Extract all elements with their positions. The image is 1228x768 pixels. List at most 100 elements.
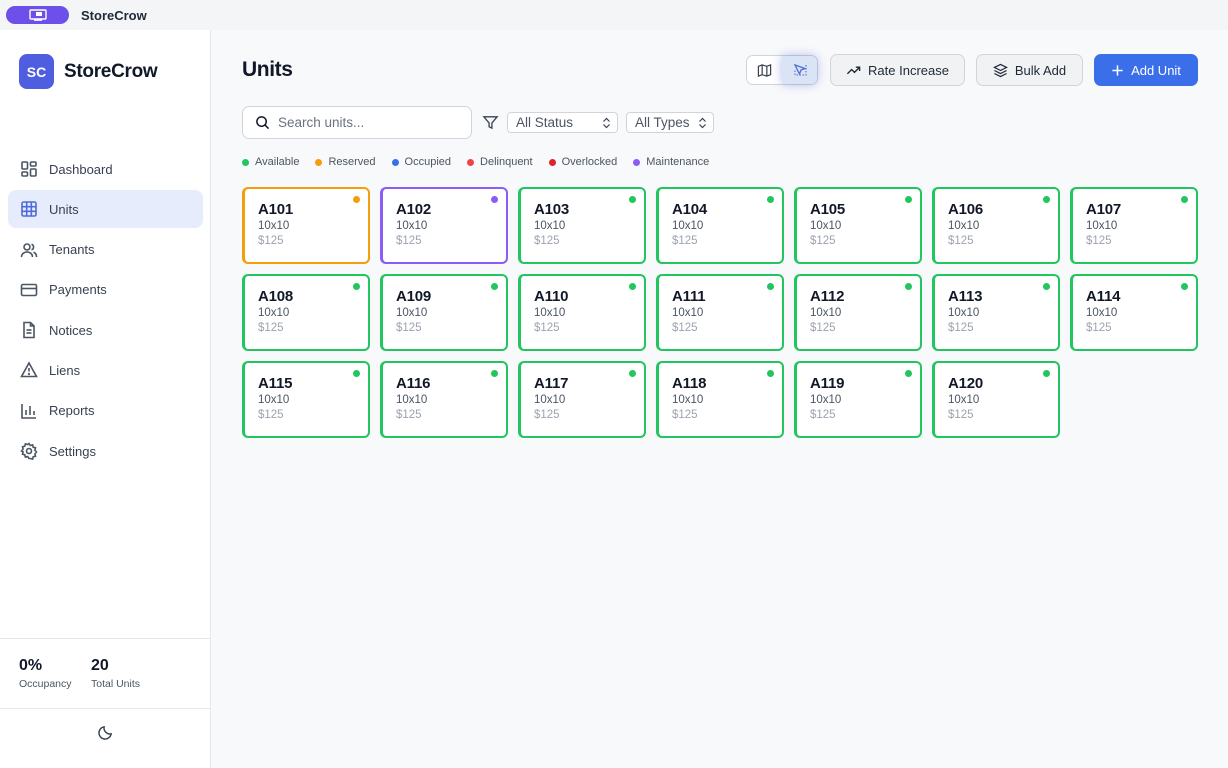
sidebar-item-label: Notices: [49, 322, 93, 338]
unit-card[interactable]: A111 10x10 $125: [656, 274, 784, 351]
unit-price: $125: [396, 409, 422, 421]
legend-item: Reserved: [315, 156, 376, 168]
unit-status-dot: [491, 196, 498, 203]
unit-card[interactable]: A107 10x10 $125: [1070, 187, 1198, 264]
unit-card[interactable]: A108 10x10 $125: [242, 274, 370, 351]
unit-name: A111: [672, 288, 706, 305]
unit-card[interactable]: A117 10x10 $125: [518, 361, 646, 438]
dark-mode-toggle[interactable]: [95, 722, 115, 742]
unit-size: 10x10: [672, 220, 704, 232]
window-icon: [28, 9, 47, 21]
unit-price: $125: [258, 322, 284, 334]
sidebar-item-units[interactable]: Units: [8, 190, 203, 229]
unit-status-dot: [491, 370, 498, 377]
add-unit-button[interactable]: Add Unit: [1094, 54, 1198, 86]
unit-price: $125: [1086, 235, 1112, 247]
sidebar-item-label: Dashboard: [49, 161, 113, 177]
legend-label: Maintenance: [646, 156, 710, 168]
unit-size: 10x10: [258, 307, 290, 319]
unit-card[interactable]: A116 10x10 $125: [380, 361, 508, 438]
unit-status-dot: [629, 196, 636, 203]
unit-card[interactable]: A103 10x10 $125: [518, 187, 646, 264]
sidebar-item-payments[interactable]: Payments: [8, 271, 203, 309]
legend-dot: [391, 158, 399, 166]
sidebar-item-tenants[interactable]: Tenants: [8, 231, 203, 269]
unit-status-dot: [767, 370, 774, 377]
unit-name: A115: [258, 375, 293, 392]
dashboard-icon: [20, 160, 38, 178]
unit-card[interactable]: A115 10x10 $125: [242, 361, 370, 438]
unit-card[interactable]: A118 10x10 $125: [656, 361, 784, 438]
legend-label: Overlocked: [561, 156, 618, 168]
bulk-add-button[interactable]: Bulk Add: [976, 54, 1083, 86]
unit-price: $125: [258, 409, 284, 421]
search-box: [242, 106, 472, 139]
unit-name: A107: [1086, 201, 1122, 218]
moon-icon: [97, 725, 112, 740]
sidebar-item-liens[interactable]: Liens: [8, 351, 203, 389]
total-units-stat: 20 Total Units: [91, 657, 140, 690]
unit-price: $125: [534, 322, 560, 334]
sidebar-item-dashboard[interactable]: Dashboard: [8, 150, 203, 188]
unit-status-dot: [905, 370, 912, 377]
select-view-button[interactable]: [782, 56, 817, 84]
sidebar-item-notices[interactable]: Notices: [8, 311, 203, 349]
legend-dot: [315, 158, 323, 166]
status-filter-value: All Status: [516, 115, 574, 130]
cursor-icon: [793, 63, 807, 76]
unit-card[interactable]: A110 10x10 $125: [518, 274, 646, 351]
unit-price: $125: [810, 235, 836, 247]
unit-size: 10x10: [672, 394, 704, 406]
unit-card[interactable]: A113 10x10 $125: [932, 274, 1060, 351]
unit-card[interactable]: A109 10x10 $125: [380, 274, 508, 351]
sidebar-item-reports[interactable]: Reports: [8, 392, 203, 430]
unit-price: $125: [396, 322, 422, 334]
type-filter-select[interactable]: All Types: [626, 112, 714, 133]
legend-label: Available: [255, 156, 300, 168]
unit-status-dot: [767, 196, 774, 203]
unit-card[interactable]: A101 10x10 $125: [242, 187, 370, 264]
unit-card[interactable]: A120 10x10 $125: [932, 361, 1060, 438]
unit-card[interactable]: A104 10x10 $125: [656, 187, 784, 264]
credit-card-icon: [20, 281, 38, 299]
legend-label: Occupied: [404, 156, 452, 168]
total-units-label: Total Units: [91, 678, 141, 690]
unit-name: A108: [258, 288, 294, 305]
unit-size: 10x10: [948, 394, 980, 406]
legend-dot: [242, 158, 249, 166]
unit-size: 10x10: [1086, 220, 1118, 232]
brand-name: StoreCrow: [64, 60, 158, 82]
app-window-pill[interactable]: [6, 6, 69, 24]
unit-status-dot: [1043, 283, 1050, 290]
status-filter-select[interactable]: All Status: [507, 112, 618, 133]
unit-card[interactable]: A119 10x10 $125: [794, 361, 922, 438]
map-view-button[interactable]: [747, 56, 782, 84]
total-units-value: 20: [91, 657, 109, 674]
unit-card[interactable]: A114 10x10 $125: [1070, 274, 1198, 351]
unit-size: 10x10: [258, 394, 290, 406]
unit-price: $125: [810, 322, 836, 334]
unit-card[interactable]: A105 10x10 $125: [794, 187, 922, 264]
unit-card[interactable]: A102 10x10 $125: [380, 187, 508, 264]
sidebar-item-label: Settings: [49, 443, 96, 459]
unit-price: $125: [672, 235, 698, 247]
unit-status-dot: [905, 283, 912, 290]
legend-dot: [633, 158, 641, 166]
rate-increase-button[interactable]: Rate Increase: [830, 54, 965, 86]
filter-icon[interactable]: [482, 114, 499, 131]
unit-card[interactable]: A112 10x10 $125: [794, 274, 922, 351]
unit-name: A117: [534, 375, 569, 392]
search-input[interactable]: [278, 115, 458, 130]
unit-price: $125: [396, 235, 422, 247]
rate-increase-label: Rate Increase: [868, 62, 949, 78]
bulk-add-label: Bulk Add: [1014, 62, 1067, 78]
sidebar-item-label: Reports: [49, 403, 95, 419]
legend-dot: [467, 158, 475, 166]
sidebar-item-settings[interactable]: Settings: [8, 432, 203, 470]
status-legend: Available Reserved Occupied Delinquent Overl…: [242, 156, 725, 168]
sidebar-item-label: Tenants: [49, 242, 95, 258]
unit-price: $125: [948, 409, 974, 421]
add-unit-label: Add Unit: [1131, 62, 1181, 78]
unit-card[interactable]: A106 10x10 $125: [932, 187, 1060, 264]
trending-up-icon: [846, 66, 861, 74]
